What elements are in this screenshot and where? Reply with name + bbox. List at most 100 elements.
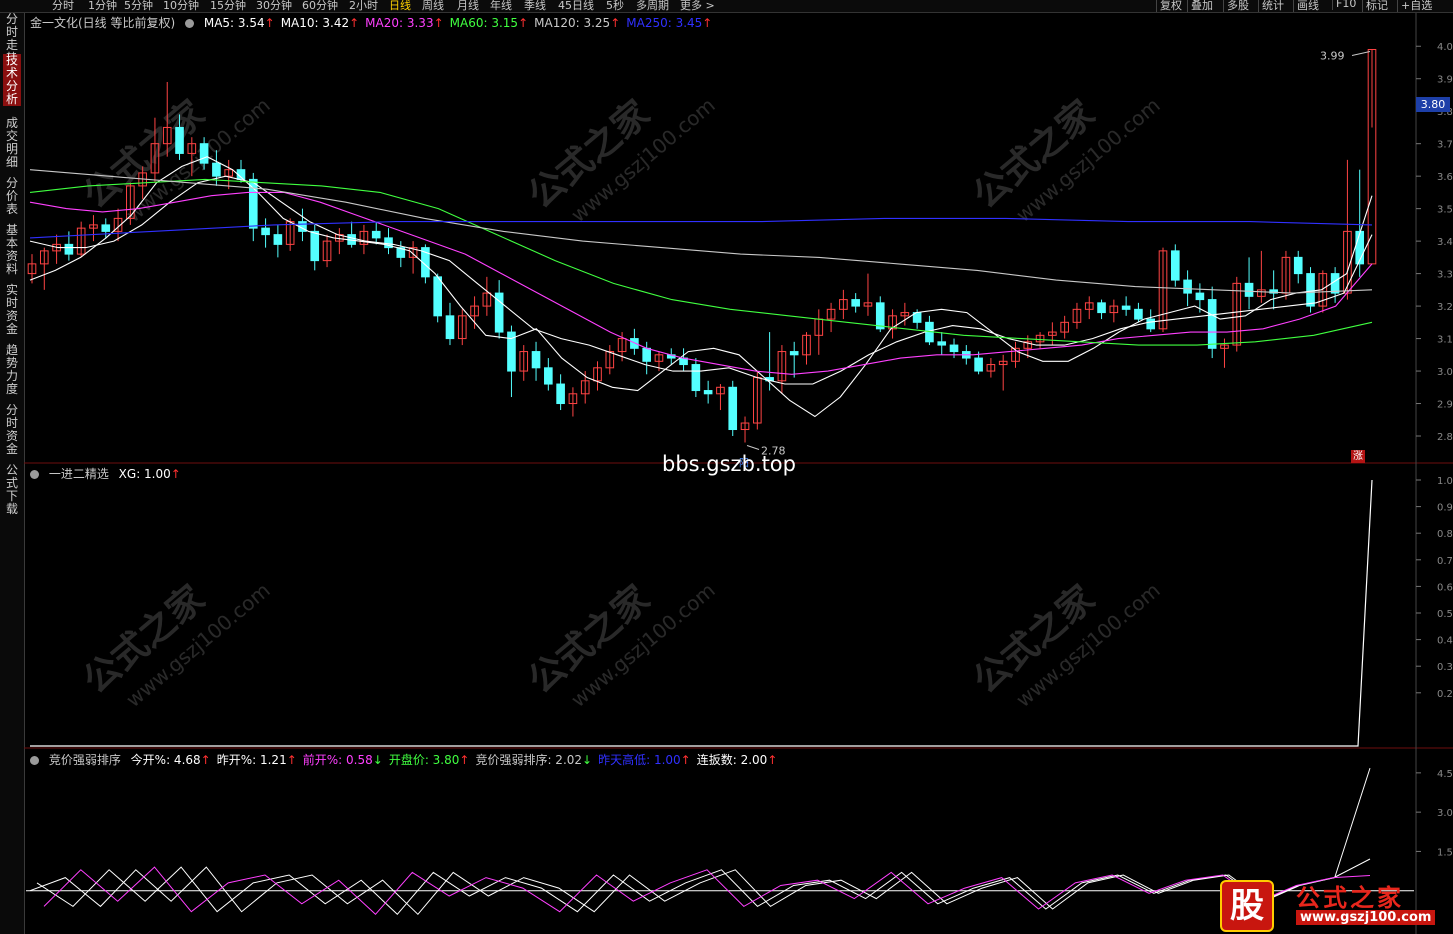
indicator-value: MA5: 3.54 [203,16,265,30]
candle-body [974,357,983,372]
candle-body [101,224,111,232]
bid-values: 今开%: 4.68↑ 昨开%: 1.21↑ 前开%: 0.58↓ 开盘价: 3.80↑… [131,753,784,767]
candle-body [175,126,184,154]
candle-body [248,178,258,229]
logo-brand-name: 公式之家 [1296,884,1404,912]
price-axis-label: 3.2 [1437,302,1453,313]
candle-body [1146,318,1156,330]
bid-line [29,767,1371,916]
candle-body [1244,282,1254,297]
indicator-value: 竞价强弱排序: 2.02 [475,753,583,767]
trend-arrow-icon: ↑ [433,16,444,30]
candle-body [851,299,860,307]
trend-arrow-icon: ↓ [372,753,383,767]
watermark: 公式之家www.gszj100.com [521,93,720,227]
annotation-arrow [746,445,760,450]
candle-body [261,227,270,236]
trend-arrow-icon: ↑ [264,16,275,30]
ma-line [29,217,1373,239]
indicator-value: 昨天高低: 1.00 [598,753,681,767]
ma-line [29,175,1373,385]
indicator-toggle-icon[interactable] [185,19,195,28]
annotation-arrow [1351,51,1371,56]
indicator-value: MA60: 3.15 [449,16,519,30]
indicator-value: MA250: 3.45 [626,16,703,30]
watermark: 公式之家www.gszj100.com [521,578,720,712]
price-axis-label: 3.0 [1437,367,1453,378]
candle-body [949,344,959,353]
bid-axis-label: 1.5 [1437,847,1453,858]
high-price-label: 3.99 [1320,49,1345,62]
candle-body [691,364,701,392]
xg-value: XG: 1.00 [118,467,171,481]
bid-header: 竞价强弱排序 今开%: 4.68↑ 昨开%: 1.21↑ 前开%: 0.58↓ 开盘价… [30,751,789,768]
candle-body [1121,305,1131,310]
price-axis-label: 3.1 [1437,335,1453,346]
candle-body [937,341,947,346]
limit-up-badge: 涨 [1351,450,1365,463]
indicator-toggle-icon[interactable] [30,756,39,765]
candle-body [556,383,565,405]
trend-arrow-icon: ↑ [702,16,713,30]
candle-body [1134,308,1143,320]
xg-title: 一进二精选 [48,467,109,481]
price-axis-label: 3.4 [1437,237,1453,248]
xg-axis-label: 0.9 [1437,503,1453,514]
candle-body [789,351,799,356]
main-header: 金一文化(日线 等比前复权) MA5: 3.54↑ MA10: 3.42↑ MA20… [30,14,724,31]
indicator-value: 今开%: 4.68 [130,753,201,767]
xg-axis-label: 0.6 [1437,582,1453,593]
candle-body [1195,292,1205,301]
indicator-value: 前开%: 0.58 [302,753,373,767]
candle-body [1306,273,1315,307]
forum-url-watermark: bbs.gszb.top [662,452,796,476]
candle-body [544,367,553,385]
candle-body [1355,230,1365,265]
price-axis-label: 3.5 [1437,205,1453,216]
candle-body [433,276,442,317]
bid-axis-label: 3.0 [1437,808,1453,819]
xg-axis-label: 0.5 [1437,609,1453,620]
trend-arrow-icon: ↓ [582,753,593,767]
watermark: 公式之家www.gszj100.com [76,578,275,712]
trend-arrow-icon: ↑ [610,16,621,30]
xg-arrow: ↑ [170,467,181,481]
candle-body [212,162,221,177]
indicator-value: MA10: 3.42 [280,16,350,30]
xg-header: 一进二精选 XG: 1.00↑ [30,465,187,482]
brand-logo: 股 公式之家 www.gszj100.com [1212,876,1452,934]
ma-line [29,191,1373,375]
trend-arrow-icon: ↑ [349,16,360,30]
logo-url: www.gszj100.com [1296,910,1436,925]
xg-axis-label: 0.7 [1437,556,1453,567]
ma-line [29,156,1373,418]
price-axis-label: 3.3 [1437,270,1453,281]
trend-arrow-icon: ↑ [459,753,470,767]
candle-body [199,143,209,164]
xg-axis-label: 0.4 [1437,636,1453,647]
candle-body [703,390,713,395]
candle-body [64,243,74,255]
trend-arrow-icon: ↑ [200,753,211,767]
candle-body [1097,302,1106,314]
trend-arrow-icon: ↑ [680,753,691,767]
candle-body [310,230,320,262]
price-axis-label: 4.0 [1437,42,1453,53]
candle-body [1170,250,1180,281]
trend-arrow-icon: ↑ [767,753,778,767]
price-axis-label: 2.9 [1437,400,1453,411]
indicator-toggle-icon[interactable] [30,470,39,479]
price-axis-label: 2.8 [1437,432,1453,443]
bid-title: 竞价强弱排序 [48,753,121,767]
candle-body [875,302,885,330]
candle-body [642,347,651,362]
xg-axis-label: 0.3 [1437,662,1453,673]
main-title: 金一文化(日线 等比前复权) [30,16,176,30]
trend-arrow-icon: ↑ [518,16,529,30]
xg-axis-label: 0.2 [1437,689,1453,700]
trend-arrow-icon: ↑ [286,753,297,767]
ma-line [29,169,1373,294]
watermark: 公式之家www.gszj100.com [966,93,1165,227]
candle-body [1183,279,1192,294]
ma-values: MA5: 3.54↑ MA10: 3.42↑ MA20: 3.33↑ MA60: 3.… [204,16,719,30]
